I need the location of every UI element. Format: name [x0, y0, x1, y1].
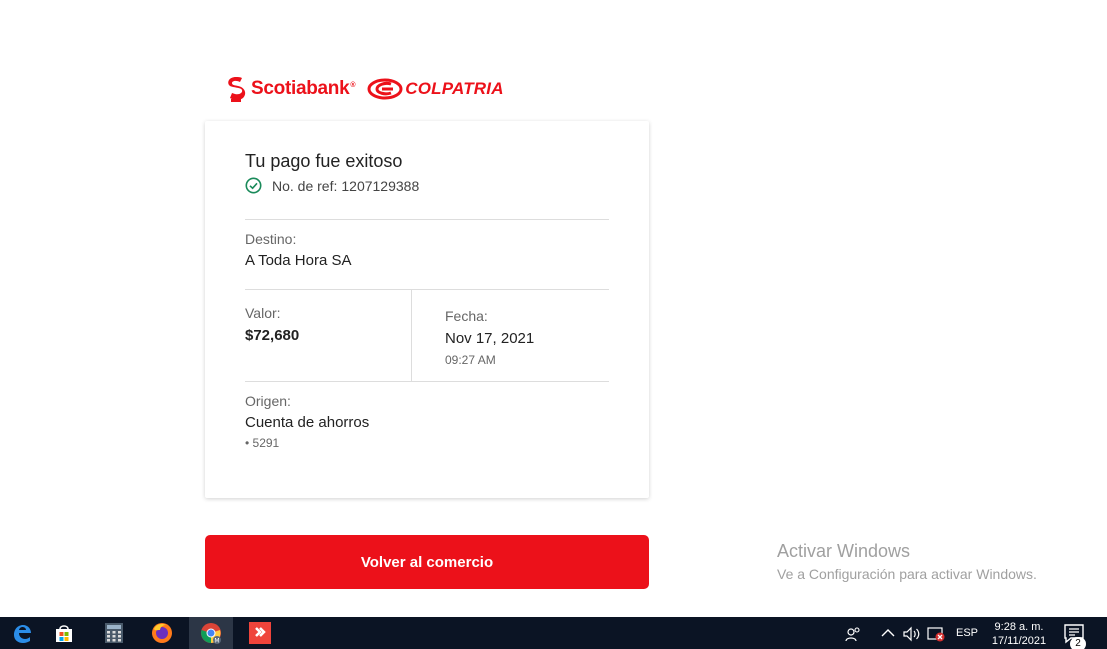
fecha-label: Fecha: — [445, 308, 488, 324]
taskbar-edge-button[interactable] — [0, 617, 44, 649]
colpatria-logo-icon — [367, 78, 403, 100]
fecha-value: Nov 17, 2021 — [445, 330, 535, 347]
svg-text:M: M — [214, 638, 219, 645]
network-warning-icon[interactable] — [927, 626, 945, 642]
reference-number: No. de ref: 1207129388 — [272, 177, 420, 194]
calculator-icon — [105, 623, 123, 643]
check-circle-icon — [245, 177, 262, 194]
divider — [245, 219, 609, 220]
store-icon — [56, 625, 72, 642]
clock-date: 17/11/2021 — [991, 635, 1047, 647]
taskbar-calculator-button[interactable] — [92, 617, 136, 649]
windows-taskbar: M ESP 9:28 a. m. 17/11/2021 2 — [0, 617, 1107, 649]
destino-label: Destino: — [245, 231, 297, 247]
taskbar-chrome-button[interactable]: M — [189, 617, 233, 649]
volver-al-comercio-button[interactable]: Volver al comercio — [205, 535, 649, 589]
taskbar-clock[interactable]: 9:28 a. m. 17/11/2021 — [984, 620, 1054, 648]
windows-activation-subtitle: Ve a Configuración para activar Windows. — [777, 566, 1037, 582]
destino-value: A Toda Hora SA — [245, 252, 352, 269]
taskbar-firefox-button[interactable] — [140, 617, 184, 649]
taskbar-anydesk-button[interactable] — [238, 617, 282, 649]
language-indicator[interactable]: ESP — [956, 617, 978, 649]
reference-row: No. de ref: 1207129388 — [245, 177, 419, 194]
anydesk-icon — [249, 622, 271, 644]
valor-value: $72,680 — [245, 327, 300, 344]
windows-activation-title: Activar Windows — [777, 541, 911, 561]
people-icon[interactable] — [845, 626, 861, 642]
volume-icon[interactable] — [903, 626, 921, 642]
chrome-icon: M — [201, 623, 221, 645]
payment-receipt-card: Tu pago fue exitoso No. de ref: 120712938… — [205, 121, 649, 498]
receipt-title: Tu pago fue exitoso — [245, 151, 403, 171]
bank-logo-bar: Scotiabank® COLPATRIA — [225, 74, 504, 104]
clock-time: 9:28 a. m. — [994, 621, 1044, 633]
origen-label: Origen: — [245, 393, 291, 409]
origen-value: Cuenta de ahorros — [245, 414, 370, 431]
divider — [245, 289, 609, 290]
scotiabank-logo-icon — [228, 77, 246, 102]
origen-account-number: • 5291 — [245, 436, 280, 450]
notification-count-badge: 2 — [1070, 637, 1086, 649]
hora-value: 09:27 AM — [445, 353, 496, 367]
divider — [245, 381, 609, 382]
chevron-up-icon[interactable] — [881, 628, 895, 638]
taskbar-store-button[interactable] — [42, 617, 86, 649]
scotiabank-wordmark: Scotiabank® — [251, 78, 356, 99]
valor-label: Valor: — [245, 305, 281, 321]
edge-icon — [14, 625, 31, 643]
colpatria-wordmark: COLPATRIA — [405, 79, 504, 98]
vertical-divider — [411, 289, 412, 381]
firefox-icon — [152, 623, 172, 643]
